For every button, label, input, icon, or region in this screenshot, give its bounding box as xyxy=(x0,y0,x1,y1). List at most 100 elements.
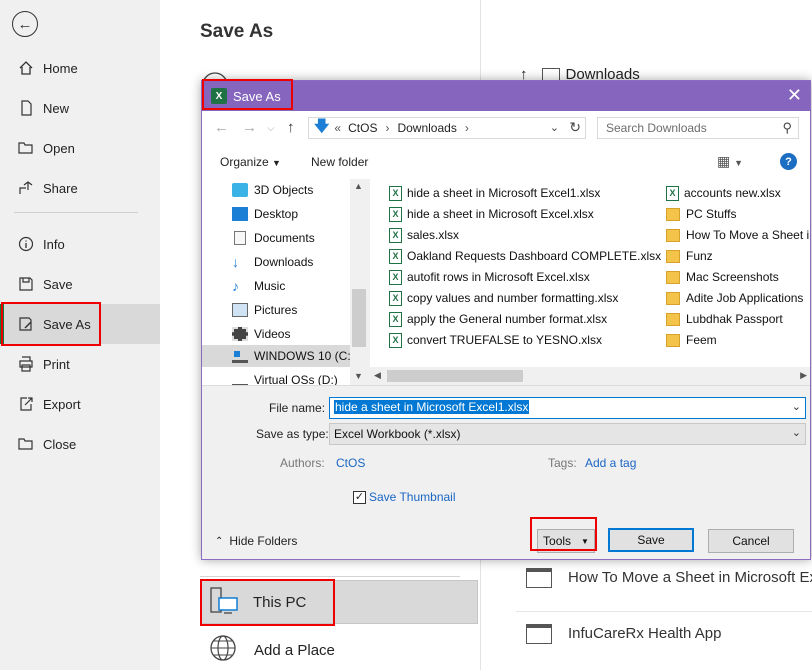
new-folder-button[interactable]: New folder xyxy=(311,155,368,169)
folder-item[interactable]: Lubdhak Passport xyxy=(666,309,783,329)
tree-item[interactable]: 3D Objects xyxy=(232,179,313,201)
view-options-icon[interactable]: ▦ ▼ xyxy=(717,153,743,170)
file-label: copy values and number formatting.xlsx xyxy=(407,291,619,305)
nav-home[interactable]: Home xyxy=(0,48,160,88)
tree-item[interactable]: ♪ Music xyxy=(232,275,285,297)
up-arrow-icon[interactable]: ↑ xyxy=(287,119,295,136)
file-item[interactable]: X Oakland Requests Dashboard COMPLETE.xls… xyxy=(389,246,661,266)
scroll-down-icon[interactable]: ▼ xyxy=(354,371,363,381)
hide-folders-label: Hide Folders xyxy=(229,534,298,548)
nav-save-as[interactable]: Save As xyxy=(0,304,160,344)
nav-save[interactable]: Save xyxy=(0,264,160,304)
folder-item[interactable]: Feem xyxy=(666,330,717,350)
file-item[interactable]: Xhide a sheet in Microsoft Excel1.xlsx xyxy=(389,183,600,203)
scroll-right-icon[interactable]: ▶ xyxy=(800,370,807,381)
nav-close[interactable]: Close xyxy=(0,424,160,464)
tree-item[interactable]: Desktop xyxy=(232,203,298,225)
search-icon: ⚲ xyxy=(782,120,792,135)
file-label: hide a sheet in Microsoft Excel.xlsx xyxy=(407,207,594,221)
folder-item[interactable]: How To Move a Sheet in xyxy=(666,225,810,245)
authors-value[interactable]: CtOS xyxy=(336,456,365,470)
chevron-down-icon[interactable]: ⌵ xyxy=(267,123,275,134)
scrollbar-thumb[interactable] xyxy=(387,370,523,382)
file-item[interactable]: Xsales.xlsx xyxy=(389,225,459,245)
file-item[interactable]: Xautofit rows in Microsoft Excel.xlsx xyxy=(389,267,590,287)
scroll-left-icon[interactable]: ◀ xyxy=(374,370,381,381)
file-label: apply the General number format.xlsx xyxy=(407,312,608,326)
nav-save-label: Save xyxy=(43,276,73,292)
dialog-title: Save As xyxy=(233,88,281,104)
hide-folders-button[interactable]: ⌃ Hide Folders xyxy=(215,534,297,548)
chevron-down-icon[interactable]: ⌄ xyxy=(792,400,801,413)
file-item[interactable]: Xcopy values and number formatting.xlsx xyxy=(389,288,618,308)
folder-item[interactable]: Adite Job Applications xyxy=(666,288,803,308)
folder-item[interactable]: Mac Screenshots xyxy=(666,267,779,287)
location-add-place[interactable]: Add a Place xyxy=(208,632,335,668)
breadcrumb-folder[interactable]: Downloads xyxy=(397,121,456,135)
file-item[interactable]: Xhide a sheet in Microsoft Excel.xlsx xyxy=(389,204,594,224)
documents-icon xyxy=(234,231,246,245)
save-thumbnail-checkbox[interactable]: ✓ Save Thumbnail xyxy=(353,490,456,504)
breadcrumb-overflow-icon: « xyxy=(334,121,342,135)
folder-label: How To Move a Sheet in xyxy=(686,228,810,242)
location-this-pc[interactable]: This PC xyxy=(200,580,478,624)
forward-arrow-icon[interactable]: → xyxy=(242,119,257,136)
file-label: sales.xlsx xyxy=(407,228,460,242)
add-tag-link[interactable]: Add a tag xyxy=(585,456,636,470)
organize-button[interactable]: Organize ▼ xyxy=(220,155,281,169)
folder-item[interactable]: PC Stuffs xyxy=(666,204,736,224)
tools-button[interactable]: Tools ▼ xyxy=(537,529,595,553)
back-arrow-icon[interactable]: ← xyxy=(12,11,38,37)
nav-print[interactable]: Print xyxy=(0,344,160,384)
filename-field[interactable]: hide a sheet in Microsoft Excel1.xlsx ⌄ xyxy=(329,397,806,419)
breadcrumb-root[interactable]: CtOS xyxy=(348,121,377,135)
file-list-scrollbar[interactable]: ◀ ▶ xyxy=(370,367,810,385)
nav-share[interactable]: Share xyxy=(0,168,160,208)
refresh-icon[interactable]: ↻ xyxy=(569,119,581,136)
excel-file-icon: X xyxy=(389,269,402,285)
tree-item[interactable]: Documents xyxy=(232,227,315,249)
tree-item[interactable]: Pictures xyxy=(232,299,297,321)
close-doc-icon xyxy=(17,435,35,453)
nav-new[interactable]: New xyxy=(0,88,160,128)
file-item[interactable]: Xaccounts new.xlsx xyxy=(666,183,781,203)
recent-folder-row[interactable]: InfuCareRx Health App xyxy=(516,611,812,655)
music-icon: ♪ xyxy=(232,278,239,294)
share-icon xyxy=(17,179,35,197)
scrollbar-thumb[interactable] xyxy=(352,289,366,347)
chevron-down-icon[interactable]: ⌄ xyxy=(792,426,801,439)
checkmark-icon: ✓ xyxy=(353,490,366,504)
tree-item[interactable]: ↓ Downloads xyxy=(232,251,313,273)
folder-item[interactable]: Funz xyxy=(666,246,713,266)
save-button[interactable]: Save xyxy=(608,528,694,552)
recent-folder-row[interactable]: How To Move a Sheet in Microsoft Ex xyxy=(516,555,812,599)
nav-open[interactable]: Open xyxy=(0,128,160,168)
scroll-up-icon[interactable]: ▲ xyxy=(354,181,363,191)
search-input[interactable]: Search Downloads ⚲ xyxy=(597,117,799,139)
nav-export-label: Export xyxy=(43,396,81,412)
savetype-select[interactable]: Excel Workbook (*.xlsx) ⌄ xyxy=(329,423,806,445)
address-toolbar: ← → ⌵ ↑ 🡇 « CtOS › Downloads › ⌄ ↻ Searc… xyxy=(202,111,810,145)
tools-label: Tools xyxy=(543,534,572,548)
tree-item-label: Pictures xyxy=(254,303,298,317)
nav-export[interactable]: Export xyxy=(0,384,160,424)
file-label: convert TRUEFALSE to YESNO.xlsx xyxy=(407,333,602,347)
help-icon[interactable]: ? xyxy=(780,153,797,170)
address-bar[interactable]: 🡇 « CtOS › Downloads › ⌄ ↻ xyxy=(308,117,586,139)
drive-icon xyxy=(232,349,248,363)
chevron-down-icon[interactable]: ⌄ xyxy=(550,121,559,134)
nav-info[interactable]: Info xyxy=(0,224,160,264)
tree-item[interactable]: Videos xyxy=(232,323,290,345)
back-arrow-icon[interactable]: ← xyxy=(214,119,229,136)
tree-item[interactable]: WINDOWS 10 (C:) xyxy=(232,345,355,367)
file-item[interactable]: Xconvert TRUEFALSE to YESNO.xlsx xyxy=(389,330,602,350)
cancel-button[interactable]: Cancel xyxy=(708,529,794,553)
tree-scrollbar[interactable]: ▲ ▼ xyxy=(350,179,368,385)
file-item[interactable]: Xapply the General number format.xlsx xyxy=(389,309,607,329)
export-icon xyxy=(17,395,35,413)
tree-item[interactable]: Virtual OSs (D:) xyxy=(232,369,338,385)
close-icon[interactable]: ✕ xyxy=(787,86,802,104)
dialog-titlebar[interactable]: X Save As ✕ xyxy=(202,81,810,111)
videos-icon xyxy=(232,327,248,341)
tree-item-label: 3D Objects xyxy=(254,183,314,197)
